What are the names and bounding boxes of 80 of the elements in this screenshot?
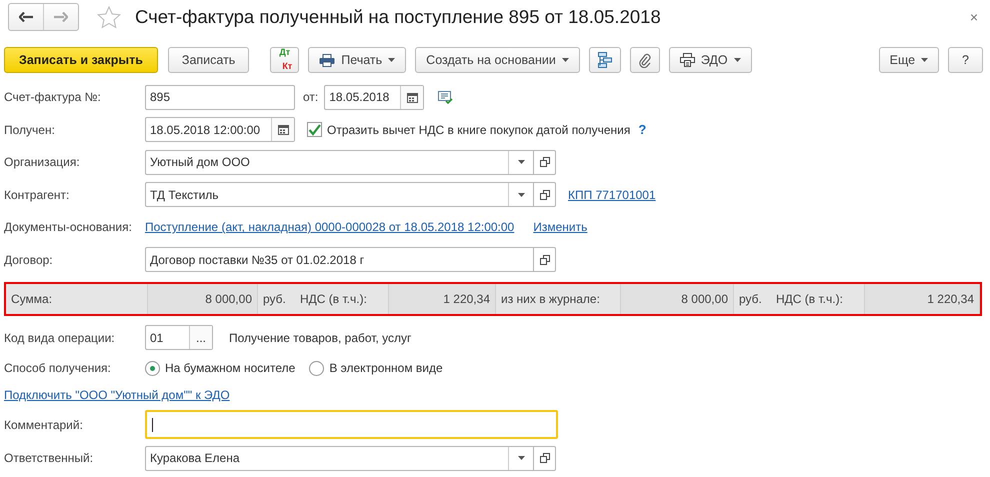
- open-window-icon: [540, 190, 550, 200]
- caret-icon: [921, 58, 928, 62]
- field-label: Код вида операции:: [4, 330, 116, 344]
- field-label: Контрагент:: [4, 188, 70, 202]
- field-label: Договор:: [4, 252, 54, 267]
- menu-button[interactable]: Еще: [878, 47, 940, 73]
- field-label: Комментарий:: [4, 418, 84, 432]
- toolbar-button[interactable]: ?: [948, 47, 983, 73]
- calendar-icon: [278, 124, 288, 136]
- field-label: Получен:: [4, 122, 56, 137]
- icon-button[interactable]: [588, 47, 621, 73]
- window-title: Счет-фактура полученный на поступление 895 от 18.05.2018: [135, 6, 662, 28]
- datetime-field[interactable]: 18.05.2018 12:00:00: [145, 117, 295, 142]
- attach-button[interactable]: [630, 47, 660, 73]
- print-button[interactable]: Печать: [308, 47, 406, 73]
- menu-button[interactable]: Создать на основании: [415, 47, 580, 73]
- total-value: 8 000,00: [147, 284, 258, 314]
- field-label: Способ получения:: [4, 361, 112, 375]
- date-field[interactable]: 18.05.2018: [324, 84, 424, 110]
- open-window-icon: [540, 254, 550, 265]
- radio-label: В электронном виде: [329, 361, 443, 375]
- contract-field[interactable]: Договор поставки №35 от 01.02.2018 г: [145, 247, 534, 272]
- caret-icon: [518, 456, 524, 460]
- favorite-star-icon[interactable]: [97, 6, 121, 28]
- checkbox[interactable]: [307, 122, 322, 138]
- open-window-icon: [540, 157, 550, 168]
- total-label: руб.: [262, 291, 287, 308]
- total-label: руб.: [738, 291, 763, 308]
- counterparty-field[interactable]: ТД Текстиль: [145, 182, 534, 208]
- field-label: Счет-фактура №:: [4, 90, 102, 104]
- total-value: 1 220,34: [388, 284, 496, 314]
- open-button[interactable]: [534, 182, 556, 208]
- total-label: НДС (в т.ч.):: [299, 291, 368, 308]
- document-exchange-icon: [680, 53, 695, 67]
- responsible-field[interactable]: Куракова Елена: [145, 446, 534, 471]
- caret-icon: [518, 192, 524, 197]
- organization-field[interactable]: Уютный дом ООО: [145, 150, 534, 175]
- document-check-icon[interactable]: [438, 90, 454, 104]
- save-and-close-button[interactable]: Записать и закрыть: [4, 47, 158, 73]
- operation-code-field[interactable]: 01 ...: [145, 325, 213, 350]
- field-label: от:: [303, 90, 318, 104]
- close-button[interactable]: ×: [970, 9, 978, 25]
- calendar-icon: [406, 92, 418, 103]
- total-label: Сумма:: [10, 291, 54, 308]
- operation-description: Получение товаров, работ, услуг: [229, 330, 412, 344]
- open-button[interactable]: [534, 247, 556, 272]
- open-button[interactable]: [534, 446, 556, 471]
- open-window-icon: [540, 453, 550, 464]
- caret-icon: [388, 58, 396, 62]
- menu-button[interactable]: ЭДО: [668, 47, 752, 73]
- radio-button[interactable]: [309, 360, 324, 376]
- invoice-number-field[interactable]: 895: [145, 84, 295, 110]
- printer-icon: [319, 54, 336, 66]
- caret-icon: [562, 58, 569, 62]
- choose-button[interactable]: ...: [189, 326, 212, 349]
- open-button[interactable]: [534, 150, 556, 175]
- caret-icon: [734, 58, 741, 62]
- back-arrow-icon: [19, 12, 33, 22]
- radio-label: На бумажном носителе: [165, 361, 296, 375]
- radio-button[interactable]: [145, 360, 160, 376]
- total-value: 8 000,00: [620, 284, 734, 314]
- total-label: из них в журнале:: [500, 291, 601, 308]
- caret-icon: [518, 160, 524, 164]
- connect-edo-link[interactable]: Подключить "ООО "Уютный дом"" к ЭДО: [4, 388, 230, 402]
- field-label: Документы-основания:: [4, 220, 133, 234]
- paperclip-icon: [638, 52, 651, 68]
- postings-button[interactable]: Дт Кт: [270, 47, 300, 73]
- help-link[interactable]: ?: [638, 122, 646, 138]
- total-label: НДС (в т.ч.):: [775, 291, 844, 308]
- field-label: Ответственный:: [4, 451, 94, 466]
- forward-arrow-icon: [54, 12, 68, 22]
- toolbar-button[interactable]: Записать: [168, 47, 250, 73]
- base-document-link[interactable]: Поступление (акт, накладная) 0000-000028 от 18.05.2018 12:00:00: [145, 220, 514, 234]
- checkbox-label: Отразить вычет НДС в книге покупок датой получения: [327, 122, 630, 137]
- field-label: Организация:: [4, 155, 81, 170]
- total-value: 1 220,34: [864, 284, 980, 314]
- structure-icon: [598, 52, 612, 68]
- comment-field[interactable]: [145, 410, 558, 439]
- kpp-link[interactable]: КПП 771701001: [568, 188, 656, 202]
- change-link[interactable]: Изменить: [533, 220, 588, 234]
